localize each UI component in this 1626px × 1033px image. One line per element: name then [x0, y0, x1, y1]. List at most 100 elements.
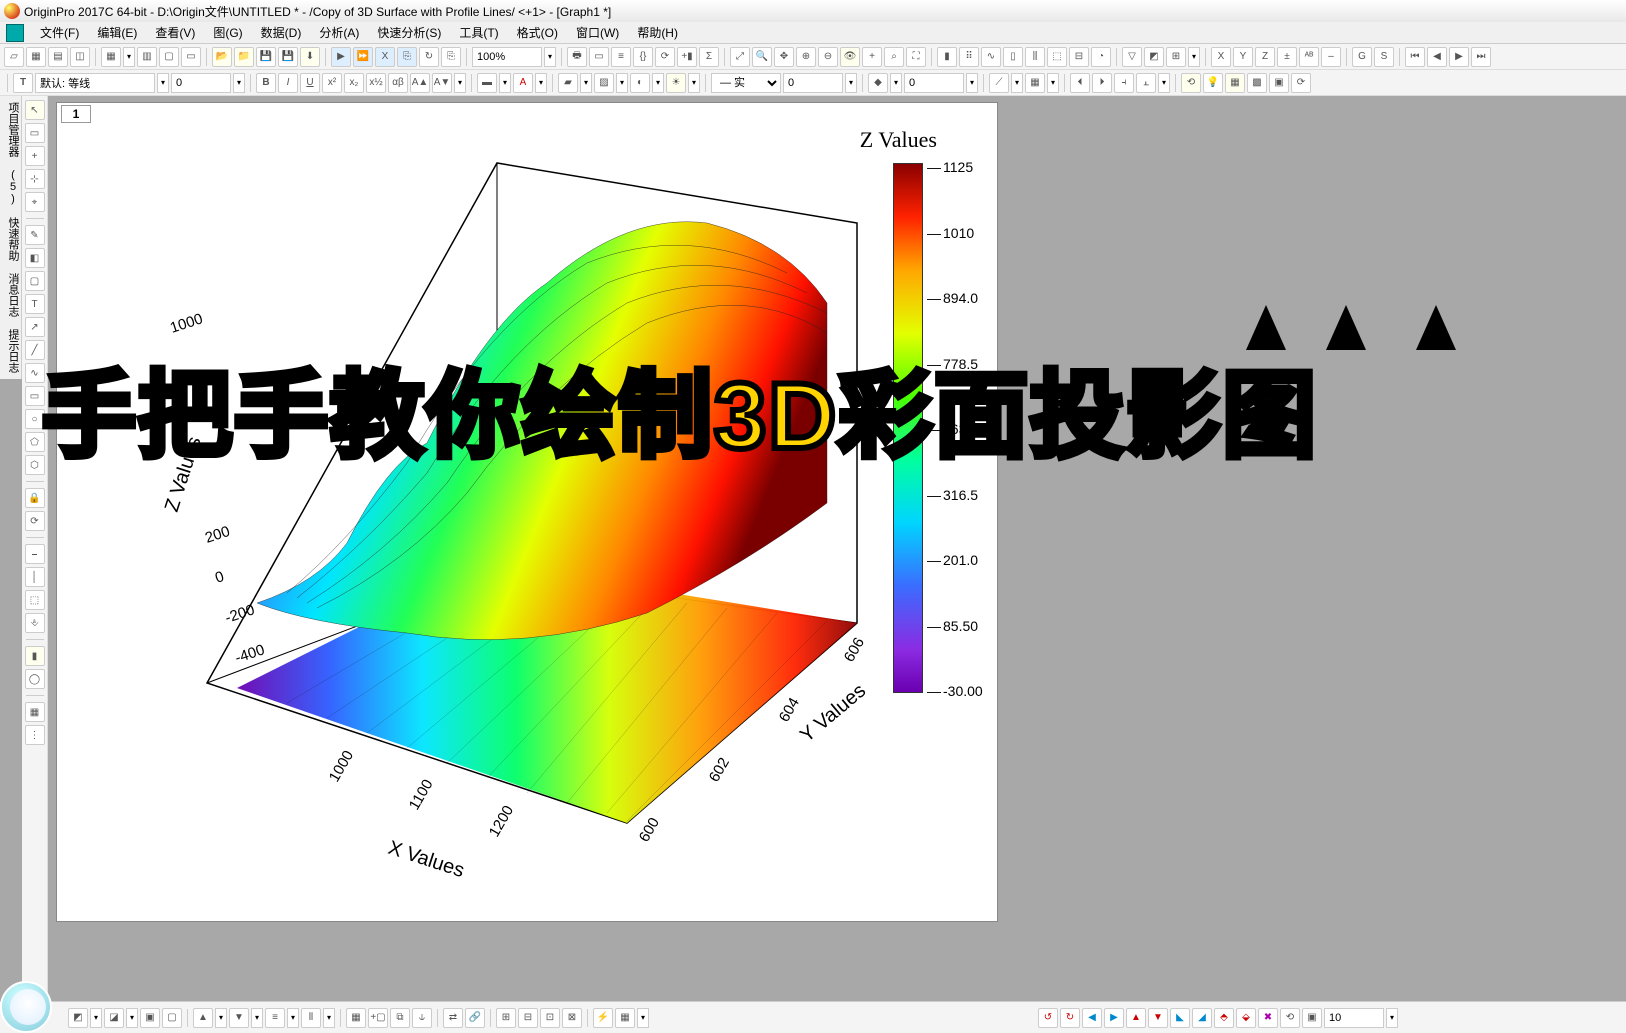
tilt-left-button[interactable]: ◣: [1170, 1008, 1190, 1028]
3d-wall-button[interactable]: ▦: [1225, 73, 1245, 93]
group-button[interactable]: ▣: [140, 1008, 160, 1028]
results-button[interactable]: ≡: [611, 47, 631, 67]
scale2-button[interactable]: ⊟: [518, 1008, 538, 1028]
zoom-in-button[interactable]: ⊕: [796, 47, 816, 67]
italic-button[interactable]: I: [278, 73, 298, 93]
layer-tab-1[interactable]: 1: [61, 105, 91, 123]
3d-proj-button[interactable]: ▣: [1269, 73, 1289, 93]
lock-tool[interactable]: 🔒: [25, 488, 45, 508]
filter-button[interactable]: ▽: [1122, 47, 1142, 67]
find-button[interactable]: 🔍: [752, 47, 772, 67]
menu-quick[interactable]: 快速分析(S): [369, 22, 449, 43]
line-color-button[interactable]: ▬: [477, 73, 497, 93]
superscript-button[interactable]: x²: [322, 73, 342, 93]
symbol-button[interactable]: ◆: [868, 73, 888, 93]
refresh-button[interactable]: ↻: [419, 47, 439, 67]
duplicate-button[interactable]: ⎘: [441, 47, 461, 67]
mask-button[interactable]: ◩: [1144, 47, 1164, 67]
prev-button[interactable]: ◀: [1427, 47, 1447, 67]
underline-button[interactable]: U: [300, 73, 320, 93]
message-log-tab[interactable]: 消息日志: [0, 267, 22, 323]
open-button[interactable]: 📂: [212, 47, 232, 67]
unmask-button[interactable]: ◪: [104, 1008, 124, 1028]
col-line-button[interactable]: ∿: [981, 47, 1001, 67]
menu-plot[interactable]: 图(G): [205, 22, 250, 43]
rotate-tool[interactable]: ⟳: [25, 511, 45, 531]
extract-dropdown[interactable]: ▾: [1158, 73, 1170, 93]
reset-view-button[interactable]: ⟲: [1280, 1008, 1300, 1028]
light-button[interactable]: ☀: [666, 73, 686, 93]
mask-dropdown[interactable]: ▾: [90, 1008, 102, 1028]
label-col-button[interactable]: ᴬᴮ: [1299, 47, 1319, 67]
mag-button[interactable]: ⌕: [884, 47, 904, 67]
region-tool[interactable]: ▢: [25, 271, 45, 291]
col-plot-button[interactable]: ▮: [937, 47, 957, 67]
menu-help[interactable]: 帮助(H): [629, 22, 686, 43]
font-color-dropdown[interactable]: ▾: [535, 73, 547, 93]
distribute-button[interactable]: ⫴: [301, 1008, 321, 1028]
3d-reset-button[interactable]: ⟳: [1291, 73, 1311, 93]
text-annot-tool[interactable]: T: [25, 294, 45, 314]
swap-button[interactable]: ⇄: [443, 1008, 463, 1028]
menu-edit[interactable]: 编辑(E): [89, 22, 145, 43]
rot-up-button[interactable]: ▲: [1126, 1008, 1146, 1028]
rot-cw-z-button[interactable]: ↻: [1060, 1008, 1080, 1028]
line-width-dropdown[interactable]: ▾: [845, 73, 857, 93]
import-wizard-button[interactable]: ⬇: [300, 47, 320, 67]
open-template-button[interactable]: 📁: [234, 47, 254, 67]
new-workbook-button[interactable]: ▤: [48, 47, 68, 67]
next-button[interactable]: ▶: [1449, 47, 1469, 67]
scale3-button[interactable]: ⊡: [540, 1008, 560, 1028]
pattern-button[interactable]: ▨: [594, 73, 614, 93]
color-scale-tool[interactable]: ▮: [25, 646, 45, 666]
last-button[interactable]: ⏭: [1471, 47, 1491, 67]
3d-light-button[interactable]: 💡: [1203, 73, 1223, 93]
align-button[interactable]: ≡: [265, 1008, 285, 1028]
new-folder-button[interactable]: ▦: [26, 47, 46, 67]
font-size-select[interactable]: [171, 73, 231, 93]
anti-alias-button[interactable]: ⟋: [989, 73, 1009, 93]
palette-dropdown[interactable]: ▾: [1047, 73, 1059, 93]
more-tool[interactable]: ⋮: [25, 725, 45, 745]
insert-obj-tool[interactable]: ⎀: [25, 613, 45, 633]
3d-surface-plot[interactable]: Z Values X Values Y Values 1000 200 0 -2…: [87, 143, 967, 903]
back-dropdown[interactable]: ▾: [251, 1008, 263, 1028]
extract-button[interactable]: ⫠: [1136, 73, 1156, 93]
3d-mesh-button[interactable]: ▩: [1247, 73, 1267, 93]
rotation-step-dropdown[interactable]: ▾: [1386, 1008, 1398, 1028]
fit-button[interactable]: ✖: [1258, 1008, 1278, 1028]
layer-mgmt-button[interactable]: ▦: [346, 1008, 366, 1028]
menu-window[interactable]: 窗口(W): [568, 22, 627, 43]
merge-button[interactable]: ⫞: [1114, 73, 1134, 93]
reader-tool[interactable]: +: [25, 146, 45, 166]
line-style-select[interactable]: — 实: [711, 73, 781, 93]
s-button[interactable]: S: [1374, 47, 1394, 67]
fill-color-button[interactable]: ▰: [558, 73, 578, 93]
vline-tool[interactable]: │: [25, 567, 45, 587]
font-select[interactable]: [35, 73, 155, 93]
menu-format[interactable]: 格式(O): [509, 22, 566, 43]
gradient-button[interactable]: ◐: [630, 73, 650, 93]
rescale-button[interactable]: ⤢: [730, 47, 750, 67]
screen-reader-button[interactable]: 👁: [840, 47, 860, 67]
pivot-dropdown[interactable]: ▾: [1188, 47, 1200, 67]
recalc-button[interactable]: ⟳: [655, 47, 675, 67]
front-dropdown[interactable]: ▾: [215, 1008, 227, 1028]
graph-window[interactable]: 1 Z Values 1125 1010 894.0 778.5 663.0 3…: [56, 102, 998, 922]
font-size-dropdown[interactable]: ▾: [233, 73, 245, 93]
col-hist-button[interactable]: ⬚: [1047, 47, 1067, 67]
data-sel-tool[interactable]: ⊹: [25, 169, 45, 189]
gradient-dropdown[interactable]: ▾: [652, 73, 664, 93]
supersub-button[interactable]: x½: [366, 73, 386, 93]
distribute-dropdown[interactable]: ▾: [323, 1008, 335, 1028]
batch-button[interactable]: ⎘: [397, 47, 417, 67]
code-builder-button[interactable]: {}: [633, 47, 653, 67]
rot-down-button[interactable]: ▼: [1148, 1008, 1168, 1028]
col-bar-button[interactable]: ▯: [1003, 47, 1023, 67]
line-color-dropdown[interactable]: ▾: [499, 73, 511, 93]
rot-ccw-z-button[interactable]: ↺: [1038, 1008, 1058, 1028]
import-single-button[interactable]: ▶: [331, 47, 351, 67]
zoom-select[interactable]: [472, 47, 542, 67]
draw-data-tool[interactable]: ✎: [25, 225, 45, 245]
skip-left-button[interactable]: ⏴: [1070, 73, 1090, 93]
